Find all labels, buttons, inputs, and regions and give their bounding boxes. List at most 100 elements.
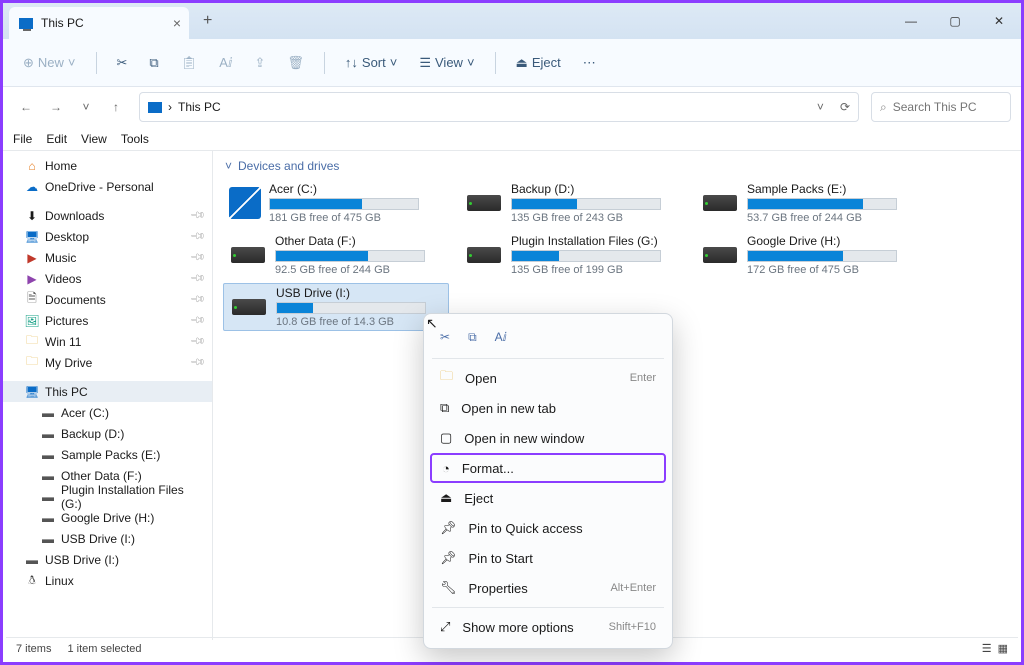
drive-free-text: 135 GB free of 243 GB	[511, 212, 679, 224]
sidebar-videos[interactable]: ▶Videos📌︎	[3, 268, 212, 289]
minimize-button[interactable]: —	[889, 5, 933, 37]
more-button[interactable]: ⋯	[575, 49, 604, 77]
ctx-show-more[interactable]: ⤢Show more optionsShift+F10	[430, 612, 666, 642]
search-box[interactable]: ⌕	[871, 92, 1011, 122]
drive-item[interactable]: Acer (C:)181 GB free of 475 GB	[223, 179, 449, 227]
ctx-open-new-tab[interactable]: ⧉Open in new tab	[430, 393, 666, 423]
sidebar-win11[interactable]: 🗀Win 11📌︎	[3, 331, 212, 352]
ctx-properties[interactable]: 🔧︎PropertiesAlt+Enter	[430, 573, 666, 603]
maximize-button[interactable]: ▢	[933, 5, 977, 37]
paste-button[interactable]: 📋︎	[173, 49, 206, 77]
new-button[interactable]: ⊕ New ˅	[15, 49, 84, 77]
ctx-pin-start[interactable]: 📌︎Pin to Start	[430, 543, 666, 573]
ctx-open[interactable]: 🗀OpenEnter	[430, 363, 666, 393]
tab-title: This PC	[41, 16, 84, 30]
window-icon: ▢	[440, 430, 452, 446]
eject-button[interactable]: ⏏ Eject	[508, 49, 569, 77]
drive-name: Acer (C:)	[269, 182, 443, 196]
sidebar-usb[interactable]: ▬USB Drive (I:)	[3, 549, 212, 570]
ctx-format[interactable]: ◔Format...	[430, 453, 666, 483]
cut-icon[interactable]: ✂	[440, 330, 450, 344]
sidebar-mydrive[interactable]: 🗀My Drive📌︎	[3, 352, 212, 373]
menu-edit[interactable]: Edit	[46, 132, 67, 146]
hdd-icon	[229, 236, 267, 274]
sidebar-drive-e[interactable]: ▬Sample Packs (E:)	[3, 444, 212, 465]
sidebar-home[interactable]: ⌂Home	[3, 155, 212, 176]
menu-file[interactable]: File	[13, 132, 32, 146]
pin-icon: 📌︎	[189, 333, 206, 350]
ctx-pin-quick[interactable]: 📌︎Pin to Quick access	[430, 513, 666, 543]
sidebar-linux[interactable]: 🐧︎Linux	[3, 570, 212, 591]
drive-item[interactable]: Plugin Installation Files (G:)135 GB fre…	[459, 231, 685, 279]
drive-item[interactable]: Google Drive (H:)172 GB free of 475 GB	[695, 231, 921, 279]
forward-button[interactable]: →	[43, 94, 69, 120]
sidebar-onedrive[interactable]: ☁OneDrive - Personal	[3, 176, 212, 197]
sidebar-documents[interactable]: 🗎Documents📌︎	[3, 289, 212, 310]
cut-button[interactable]: ✂	[109, 49, 136, 77]
status-selected: 1 item selected	[67, 643, 141, 655]
rename-icon[interactable]: Aⅈ	[495, 330, 507, 344]
storage-bar	[511, 198, 661, 210]
ctx-eject[interactable]: ⏏Eject	[430, 483, 666, 513]
copy-button[interactable]: ⧉	[141, 49, 166, 77]
sort-button[interactable]: ↑↓ Sort ˅	[337, 49, 405, 76]
sidebar-drive-i[interactable]: ▬USB Drive (I:)	[3, 528, 212, 549]
menu-tools[interactable]: Tools	[121, 132, 149, 146]
address-bar[interactable]: › This PC ˅ ⟳	[139, 92, 859, 122]
pin-icon: 📌︎	[189, 354, 206, 371]
recent-button[interactable]: ˅	[73, 94, 99, 120]
drive-item[interactable]: Sample Packs (E:)53.7 GB free of 244 GB	[695, 179, 921, 227]
storage-bar	[269, 198, 419, 210]
ctx-open-new-window[interactable]: ▢Open in new window	[430, 423, 666, 453]
sidebar-drive-h[interactable]: ▬Google Drive (H:)	[3, 507, 212, 528]
drive-icon: ▬	[41, 427, 55, 441]
share-button[interactable]: ⇪	[246, 49, 273, 77]
window-tab[interactable]: This PC ×	[9, 7, 189, 39]
pin-icon: 📌︎	[189, 312, 206, 329]
pin-icon: 📌︎	[440, 520, 457, 536]
storage-bar	[275, 250, 425, 262]
refresh-button[interactable]: ⟳	[840, 100, 850, 114]
drive-name: Backup (D:)	[511, 182, 679, 196]
close-window-button[interactable]: ✕	[977, 5, 1021, 37]
home-icon: ⌂	[25, 159, 39, 173]
sidebar-music[interactable]: ▶Music📌︎	[3, 247, 212, 268]
view-list-button[interactable]: ☰	[982, 642, 992, 655]
context-quick-actions: ✂ ⧉ Aⅈ	[430, 320, 666, 354]
view-grid-button[interactable]: ▦	[998, 642, 1008, 655]
linux-icon: 🐧︎	[25, 574, 39, 588]
drive-item[interactable]: Backup (D:) 135 GB free of 243 GB	[459, 179, 685, 227]
search-input[interactable]	[893, 100, 1002, 114]
chevron-down-icon[interactable]: ˅	[817, 100, 824, 114]
sidebar-desktop[interactable]: 🖥︎Desktop📌︎	[3, 226, 212, 247]
up-button[interactable]: ↑	[103, 94, 129, 120]
new-tab-button[interactable]: +	[203, 12, 212, 30]
copy-icon[interactable]: ⧉	[468, 330, 477, 345]
trash-icon: 🗑︎	[287, 55, 304, 71]
sidebar-drive-g[interactable]: ▬Plugin Installation Files (G:)	[3, 486, 212, 507]
view-button[interactable]: ☰ View ˅	[411, 49, 482, 77]
this-pc-icon	[19, 18, 33, 29]
share-icon: ⇪	[254, 55, 265, 71]
sidebar-pictures[interactable]: 🖼︎Pictures📌︎	[3, 310, 212, 331]
search-icon: ⌕	[880, 100, 887, 115]
menu-view[interactable]: View	[81, 132, 107, 146]
drive-name: USB Drive (I:)	[276, 286, 442, 300]
drive-icon: ▬	[41, 406, 55, 420]
back-button[interactable]: ←	[13, 94, 39, 120]
folder-icon: 🗀	[25, 356, 39, 370]
sidebar-this-pc[interactable]: 🖥︎This PC	[3, 381, 212, 402]
group-header[interactable]: ˅Devices and drives	[225, 159, 1011, 173]
sidebar-downloads[interactable]: ⬇Downloads📌︎	[3, 205, 212, 226]
drive-item[interactable]: Other Data (F:)92.5 GB free of 244 GB	[223, 231, 449, 279]
cloud-icon: ☁	[25, 180, 39, 194]
drive-name: Google Drive (H:)	[747, 234, 915, 248]
close-tab-icon[interactable]: ×	[173, 15, 181, 31]
breadcrumb[interactable]: This PC	[178, 100, 221, 114]
delete-button[interactable]: 🗑︎	[279, 49, 312, 77]
rename-button[interactable]: Aⅈ	[211, 49, 240, 77]
scissors-icon: ✂	[117, 55, 128, 71]
drive-item[interactable]: USB Drive (I:)10.8 GB free of 14.3 GB	[223, 283, 449, 331]
sidebar-drive-d[interactable]: ▬Backup (D:)	[3, 423, 212, 444]
sidebar-drive-c[interactable]: ▬Acer (C:)	[3, 402, 212, 423]
